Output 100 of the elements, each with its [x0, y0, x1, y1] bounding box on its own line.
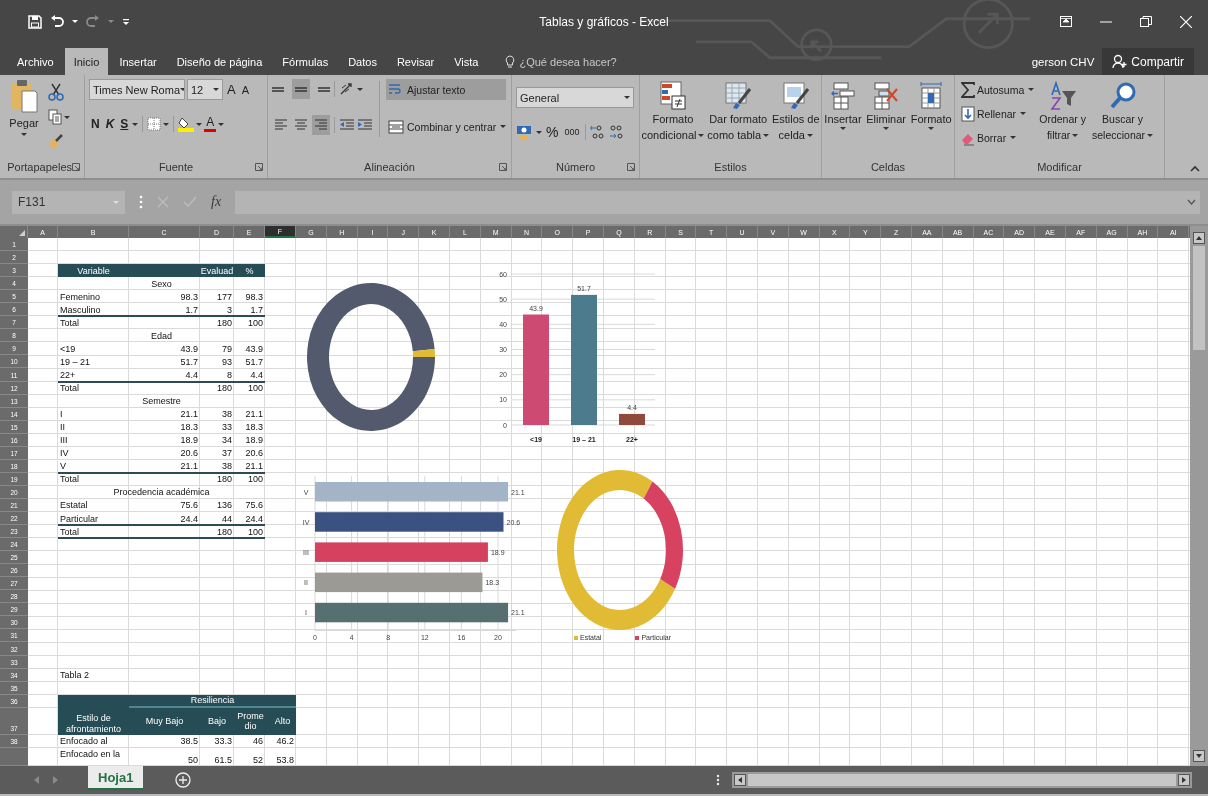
ribbon-tab[interactable]: Fórmulas [273, 48, 338, 75]
align-right-icon [314, 118, 328, 132]
percent-button[interactable]: % [544, 124, 561, 140]
tell-me-field[interactable]: ¿Qué desea hacer? [519, 55, 617, 68]
dialog-launcher-icon[interactable] [627, 163, 635, 171]
add-sheet-icon[interactable] [175, 772, 192, 788]
ribbon-tab[interactable]: Insertar [110, 48, 166, 75]
splitter-icon[interactable] [716, 774, 720, 786]
vertical-scrollbar[interactable] [1190, 226, 1208, 766]
ribbon-tab[interactable]: Revisar [387, 48, 444, 75]
dialog-launcher-icon[interactable] [499, 163, 507, 171]
undo-icon[interactable] [50, 14, 64, 29]
scissors-icon[interactable] [48, 83, 64, 101]
scroll-thumb[interactable] [1193, 246, 1205, 350]
bar[interactable] [315, 572, 483, 593]
decrease-indent-icon[interactable] [339, 118, 355, 132]
caret-icon[interactable] [196, 122, 203, 126]
caret-icon[interactable] [132, 122, 139, 126]
ribbon-tab[interactable]: Datos [339, 48, 386, 75]
ribbon-tab[interactable]: Vista [445, 48, 488, 75]
scroll-left-icon[interactable] [734, 774, 746, 786]
caret-icon[interactable] [218, 122, 225, 126]
text-orientation-icon[interactable] [339, 82, 355, 96]
vertical-align-button[interactable] [292, 79, 310, 99]
editing-button[interactable]: Autosuma [959, 79, 1027, 100]
caret-icon[interactable] [357, 87, 363, 91]
table-cell-text: 180 [215, 316, 233, 330]
save-icon[interactable] [28, 14, 42, 29]
group-label: Celdas [870, 161, 906, 173]
table-cell-text: 136 [215, 499, 233, 512]
cells-button[interactable]: Insertar [824, 79, 862, 130]
table-cell-text: 21.1 [244, 408, 264, 421]
dialog-launcher-icon[interactable] [72, 163, 80, 171]
cells-button[interactable]: Eliminar [866, 79, 906, 130]
cells-button[interactable]: Formato [910, 79, 952, 130]
editing-button[interactable]: Borrar [959, 127, 1009, 148]
user-name[interactable]: gerson CHV [1031, 48, 1095, 75]
scroll-down-icon[interactable] [1193, 750, 1205, 762]
horizontal-scrollbar[interactable] [732, 772, 1192, 788]
underline-button[interactable]: S [118, 116, 131, 132]
caret-icon[interactable] [163, 122, 170, 126]
collapse-ribbon-icon[interactable] [1190, 165, 1200, 172]
editing-button[interactable]: Ordenar y filtrar [1038, 79, 1087, 143]
decrease-decimal-icon[interactable] [608, 124, 625, 140]
caret-icon[interactable] [536, 130, 542, 134]
group-label: Fuente [158, 161, 194, 173]
name-box[interactable]: F131 [12, 190, 125, 214]
currency-icon[interactable] [516, 124, 534, 140]
increase-decimal-icon[interactable] [590, 124, 607, 140]
spreadsheet-grid[interactable] [0, 238, 1190, 766]
ribbon-tab[interactable]: Archivo [8, 48, 63, 75]
increase-indent-icon[interactable] [357, 118, 373, 132]
copy-icon[interactable] [48, 109, 62, 125]
scroll-up-icon[interactable] [1193, 232, 1205, 244]
share-button[interactable]: Compartir [1102, 48, 1194, 75]
more-options-icon[interactable] [139, 195, 143, 209]
insert-function-button[interactable]: fx [211, 194, 222, 210]
paintbrush-icon[interactable] [48, 133, 64, 149]
caret-icon[interactable] [1020, 112, 1027, 115]
bar[interactable] [619, 413, 645, 425]
bold-button[interactable]: N [89, 116, 102, 132]
scroll-thumb[interactable] [748, 774, 1176, 786]
font-color-button[interactable]: A [204, 116, 217, 132]
table-cell-text: 51.7 [179, 355, 199, 369]
scroll-right-icon[interactable] [1178, 774, 1190, 786]
ribbon-tab[interactable]: Diseño de página [167, 48, 272, 75]
editing-button[interactable]: Rellenar [959, 103, 1019, 124]
caret-icon[interactable] [1028, 88, 1035, 91]
styles-button[interactable]: Formato condicional [641, 79, 705, 143]
borders-icon[interactable] [147, 117, 162, 131]
donut-chart-drawing[interactable] [557, 470, 683, 630]
sigma-icon [961, 81, 975, 98]
ribbon-tab[interactable]: Inicio [64, 48, 109, 75]
merge-center-button[interactable]: Combinar y centrar [386, 116, 499, 137]
styles-button[interactable]: Dar formato como tabla [707, 79, 770, 143]
formula-input[interactable] [235, 190, 1200, 214]
decrease-font-size-button[interactable]: A [239, 81, 251, 98]
bar[interactable] [315, 602, 509, 623]
customize-icon[interactable] [122, 16, 130, 27]
italic-button[interactable]: K [103, 116, 117, 132]
sheet-tab[interactable]: Hoja1 [88, 766, 144, 790]
caret-icon[interactable] [64, 115, 70, 119]
caret-icon [21, 133, 27, 136]
fill-color-icon[interactable] [178, 116, 195, 132]
font-size-dropdown[interactable]: 12 [187, 79, 223, 100]
caret-icon[interactable] [1010, 136, 1017, 139]
editing-button[interactable]: Buscar y seleccionar [1090, 79, 1155, 143]
number-format-dropdown[interactable]: General [516, 87, 634, 108]
dialog-launcher-icon[interactable] [255, 163, 263, 171]
column-heading: Promedio [236, 710, 265, 734]
paste-button[interactable]: Pegar [4, 79, 44, 136]
styles-button[interactable]: Estilos de celda [771, 79, 820, 143]
table-cell-text: 180 [215, 473, 233, 486]
wrap-text-button[interactable]: Ajustar texto [386, 79, 507, 100]
font-name-dropdown[interactable]: Times New Roma [89, 79, 185, 100]
donut-chart-drawing[interactable] [307, 283, 435, 431]
increase-font-size-button[interactable]: A [225, 81, 238, 98]
caret-icon[interactable] [500, 125, 507, 128]
expand-icon[interactable] [1187, 199, 1196, 205]
thousands-separator-button[interactable]: 000 [562, 124, 582, 140]
